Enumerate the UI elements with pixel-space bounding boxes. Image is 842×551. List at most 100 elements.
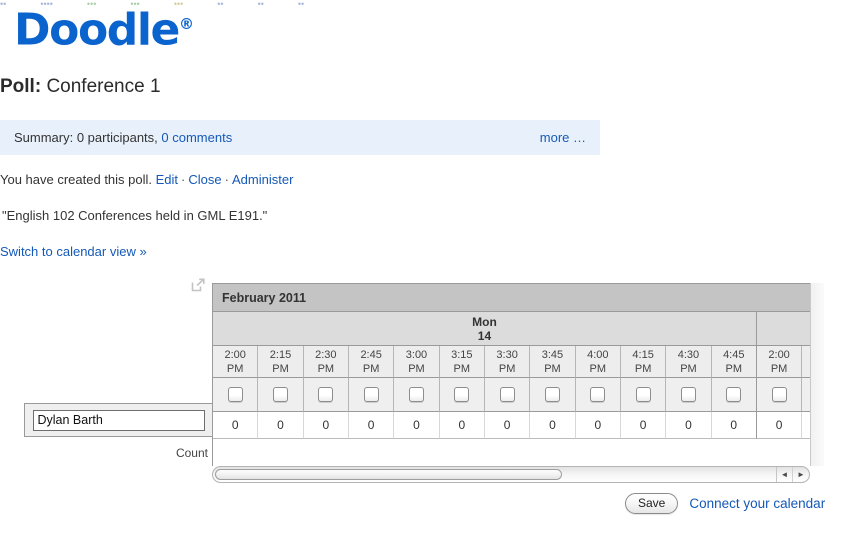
slot-checkbox[interactable] [227, 386, 243, 402]
slot-checkbox[interactable] [408, 386, 424, 402]
slot-checkbox-cell[interactable] [484, 378, 531, 412]
day-header-0: Mon 14 [213, 312, 757, 346]
open-in-new-window-icon[interactable] [191, 278, 205, 292]
slot-count: 0 [348, 412, 395, 439]
slot-checkbox-cell[interactable] [711, 378, 757, 412]
time-slot-meridiem: PM [317, 362, 335, 375]
slot-checkbox[interactable] [499, 386, 515, 402]
poll-schedule-table[interactable]: February 2011 Mon 14 2:00 PM 2:15 PM 2:30 PM 2:… [212, 283, 810, 466]
created-text: You have created this poll. [0, 172, 153, 187]
time-slot-hour: 3:45 [541, 348, 564, 361]
time-slot-hour: 2:30 [315, 348, 337, 361]
count-label: Count [175, 446, 208, 460]
time-slot-header: 3:45 PM [530, 346, 576, 378]
time-slot-header: 3:15 PM [439, 346, 485, 378]
slot-count: 0 [258, 412, 304, 439]
slot-checkbox-cell[interactable] [348, 378, 395, 412]
slot-checkbox-cell[interactable] [575, 378, 621, 412]
time-slot-meridiem: PM [634, 362, 652, 375]
count-row: 000000000000000 [213, 412, 810, 439]
time-header-row: 2:00 PM 2:15 PM 2:30 PM 2:45 PM 3:00 PM 3:15 PM 3:30… [213, 346, 810, 378]
administer-link[interactable]: Administer [232, 172, 293, 187]
time-slot-header: 2:00 PM [213, 346, 259, 378]
slot-checkbox[interactable] [363, 386, 379, 402]
slot-count: 0 [575, 412, 621, 439]
time-slot-meridiem: PM [770, 362, 788, 375]
time-slot-hour: 3:30 [496, 348, 518, 361]
comments-link[interactable]: 0 comments [161, 130, 232, 145]
day-header-row: Mon 14 [213, 312, 810, 346]
slot-count: 0 [484, 412, 531, 439]
scrollbar-thumb[interactable] [215, 469, 562, 480]
slot-count: 0 [756, 412, 803, 439]
slot-checkbox[interactable] [590, 386, 606, 402]
slot-checkbox-cell[interactable] [620, 378, 667, 412]
slot-checkbox[interactable] [635, 386, 651, 402]
time-slot-meridiem: PM [680, 362, 697, 375]
slot-checkbox-cell[interactable] [802, 378, 810, 412]
slot-count: 0 [620, 412, 667, 439]
time-slot-hour: 2:15 [269, 348, 292, 361]
time-slot-header: 4:15 PM [620, 346, 667, 378]
slot-count: 0 [666, 412, 712, 439]
save-button[interactable]: Save [625, 493, 679, 514]
time-slot-header: 2:00 PM [756, 346, 803, 378]
time-slot-hour: 3:15 [451, 348, 473, 361]
participant-checkbox-row[interactable] [213, 378, 810, 412]
time-slot-hour: 2:15 [802, 348, 810, 362]
poll-label: Poll: [0, 76, 42, 97]
close-link[interactable]: Close [188, 172, 221, 187]
time-slot-header: 2:45 PM [348, 346, 395, 378]
doodle-logo[interactable]: Doodle® [14, 0, 194, 55]
time-slot-hour: 2:00 [768, 348, 790, 361]
slot-checkbox-cell[interactable] [439, 378, 485, 412]
slot-checkbox[interactable] [726, 386, 742, 402]
slot-checkbox[interactable] [318, 386, 334, 402]
time-slot-header: 2:30 PM [303, 346, 349, 378]
separator-1: · [181, 172, 186, 187]
poll-owner-actions: You have created this poll. Edit · Close · A… [0, 172, 293, 187]
switch-calendar-view-row: Switch to calendar view » [0, 244, 147, 259]
time-slot-meridiem: PM [544, 362, 561, 375]
scrollbar-buttons: ◄ ► [776, 467, 809, 482]
slot-count: 0 [530, 412, 576, 439]
slot-checkbox-cell[interactable] [213, 378, 259, 412]
time-slot-meridiem: PM [362, 362, 380, 375]
scroll-right-arrow-icon[interactable]: ► [793, 467, 809, 482]
month-label: February 2011 [213, 284, 810, 312]
slot-checkbox-cell[interactable] [530, 378, 576, 412]
top-strip-fragment-6: •• [257, 0, 264, 6]
slot-count: 0 [711, 412, 757, 439]
horizontal-scrollbar[interactable]: ◄ ► [212, 466, 810, 483]
scroll-left-arrow-icon[interactable]: ◄ [777, 467, 793, 482]
connect-calendar-link[interactable]: Connect your calendar [689, 496, 825, 511]
summary-bar: Summary: 0 participants, 0 comments more… [0, 120, 600, 155]
time-slot-meridiem: PM [498, 362, 516, 375]
edit-link[interactable]: Edit [156, 172, 178, 187]
time-slot-hour: 2:45 [360, 348, 382, 361]
slot-checkbox-cell[interactable] [666, 378, 712, 412]
slot-checkbox[interactable] [771, 386, 787, 402]
slot-checkbox-cell[interactable] [756, 378, 803, 412]
slot-checkbox[interactable] [544, 386, 560, 402]
slot-checkbox[interactable] [454, 386, 470, 402]
time-slot-header: 3:30 PM [484, 346, 531, 378]
top-strip-fragment-5: •• [217, 0, 224, 6]
more-link[interactable]: more … [540, 130, 586, 145]
slot-checkbox[interactable] [680, 386, 696, 402]
time-slot-meridiem: PM [725, 362, 743, 375]
scrollbar-track[interactable] [213, 467, 776, 482]
slot-checkbox-cell[interactable] [394, 378, 440, 412]
slot-checkbox-cell[interactable] [258, 378, 304, 412]
participant-name-input[interactable] [32, 409, 205, 431]
bottom-actions: Save Connect your calendar [625, 493, 825, 514]
top-strip-fragment-0: •• [0, 0, 7, 6]
slot-checkbox-cell[interactable] [303, 378, 349, 412]
slot-count: 0 [439, 412, 485, 439]
slot-checkbox[interactable] [272, 386, 288, 402]
time-slot-meridiem: PM [226, 362, 244, 375]
time-slot-header: 4:30 PM [666, 346, 712, 378]
switch-to-calendar-view-link[interactable]: Switch to calendar view » [0, 244, 147, 259]
page-title: Poll: Conference 1 [0, 76, 161, 98]
time-slot-meridiem: PM [272, 362, 289, 375]
